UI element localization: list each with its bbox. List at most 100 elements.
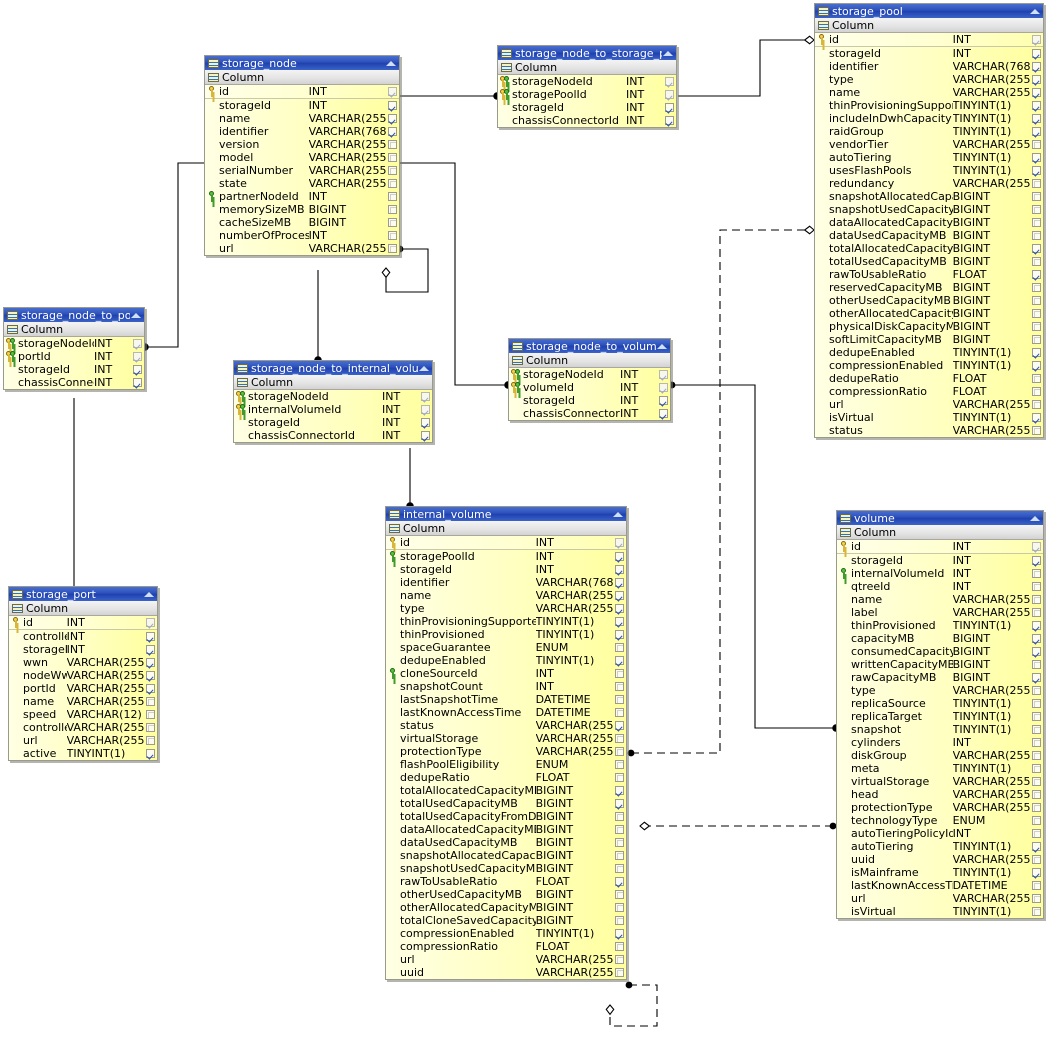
column-section-header[interactable]: Column [4, 322, 144, 337]
column-row[interactable]: snapshotUsedCapacityMBBIGINT [815, 203, 1043, 216]
column-row[interactable]: id INT [386, 536, 626, 550]
table-internal_volume[interactable]: internal_volume Column id INT storagePoolId I… [385, 506, 627, 980]
collapse-triangle-icon[interactable] [662, 47, 674, 59]
column-row[interactable]: name VARCHAR(255) [205, 112, 399, 125]
column-flag-cell[interactable] [144, 695, 157, 708]
column-checkbox-unchecked[interactable] [1032, 374, 1041, 383]
column-row[interactable]: compressionEnabled TINYINT(1) [386, 927, 626, 940]
column-row[interactable]: controllerIdINT [9, 630, 157, 643]
column-checkbox-checked[interactable] [665, 116, 674, 125]
column-flag-cell[interactable] [613, 784, 626, 797]
column-checkbox-checked[interactable] [146, 684, 155, 693]
column-checkbox-unchecked[interactable] [388, 166, 397, 175]
column-checkbox-unchecked[interactable] [615, 942, 624, 951]
column-row[interactable]: dataAllocatedCapacityMBBIGINT [815, 216, 1043, 229]
column-checkbox-checked[interactable] [1032, 127, 1041, 136]
column-row[interactable]: chassisConnectorId INT [498, 114, 676, 127]
column-flag-cell[interactable] [663, 88, 676, 101]
column-checkbox-checked[interactable] [1032, 556, 1041, 565]
column-checkbox-checked-readonly[interactable] [146, 618, 155, 627]
table-title-bar[interactable]: storage_node_to_internal_volume [234, 361, 432, 375]
column-checkbox-unchecked[interactable] [1032, 894, 1041, 903]
column-flag-cell[interactable] [657, 381, 670, 394]
column-flag-cell[interactable] [386, 151, 399, 164]
column-checkbox-unchecked[interactable] [615, 838, 624, 847]
column-checkbox-checked[interactable] [146, 632, 155, 641]
column-flag-cell[interactable] [613, 589, 626, 602]
column-checkbox-unchecked[interactable] [1032, 140, 1041, 149]
column-flag-cell[interactable] [1030, 697, 1043, 710]
column-row[interactable]: storagePoolId INT [386, 550, 626, 563]
column-checkbox-checked[interactable] [133, 365, 142, 374]
column-row[interactable]: lastKnownAccessTime DATETIME [386, 706, 626, 719]
column-checkbox-checked-readonly[interactable] [615, 538, 624, 547]
column-flag-cell[interactable] [613, 615, 626, 628]
column-flag-cell[interactable] [1030, 606, 1043, 619]
table-storage_port[interactable]: storage_portColumnidINTcontrollerIdINTst… [8, 586, 158, 761]
column-flag-cell[interactable] [1030, 333, 1043, 346]
column-flag-cell[interactable] [1030, 112, 1043, 125]
column-row[interactable]: wwn VARCHAR(255) [9, 656, 157, 669]
column-checkbox-unchecked[interactable] [1032, 855, 1041, 864]
column-checkbox-unchecked[interactable] [1032, 751, 1041, 760]
column-row[interactable]: status VARCHAR(255) [386, 719, 626, 732]
table-title-bar[interactable]: storage_node [205, 56, 399, 70]
column-row[interactable]: name VARCHAR(255) [815, 86, 1043, 99]
column-checkbox-checked[interactable] [1032, 270, 1041, 279]
column-flag-cell[interactable] [1030, 320, 1043, 333]
column-flag-cell[interactable] [1030, 567, 1043, 580]
column-flag-cell[interactable] [1030, 151, 1043, 164]
column-flag-cell[interactable] [386, 164, 399, 177]
column-row[interactable]: dedupeEnabled TINYINT(1) [386, 654, 626, 667]
column-flag-cell[interactable] [1030, 905, 1043, 918]
column-row[interactable]: isMainframe TINYINT(1) [837, 866, 1043, 879]
column-flag-cell[interactable] [1030, 879, 1043, 892]
column-checkbox-checked-readonly[interactable] [665, 90, 674, 99]
column-flag-cell[interactable] [663, 114, 676, 127]
column-checkbox-checked[interactable] [1032, 361, 1041, 370]
table-title-bar[interactable]: volume [837, 511, 1043, 525]
column-row[interactable]: otherAllocatedCapacityMBBIGINT [815, 307, 1043, 320]
column-checkbox-checked[interactable] [1032, 868, 1041, 877]
column-checkbox-unchecked[interactable] [1032, 309, 1041, 318]
column-section-header[interactable]: Column [205, 70, 399, 85]
column-flag-cell[interactable] [386, 203, 399, 216]
column-checkbox-unchecked[interactable] [1032, 764, 1041, 773]
column-flag-cell[interactable] [1030, 229, 1043, 242]
column-checkbox-checked[interactable] [1032, 647, 1041, 656]
column-flag-cell[interactable] [613, 654, 626, 667]
column-checkbox-checked[interactable] [615, 552, 624, 561]
column-row[interactable]: dataUsedCapacityMB BIGINT [386, 836, 626, 849]
column-checkbox-checked[interactable] [1032, 413, 1041, 422]
column-checkbox-unchecked[interactable] [1032, 608, 1041, 617]
column-section-header[interactable]: Column [234, 375, 432, 390]
column-row[interactable]: url VARCHAR(255) [205, 242, 399, 255]
column-flag-cell[interactable] [613, 940, 626, 953]
table-title-bar[interactable]: storage_node_to_volume [509, 339, 670, 353]
column-checkbox-unchecked[interactable] [388, 140, 397, 149]
column-flag-cell[interactable] [1030, 138, 1043, 151]
table-title-bar[interactable]: storage_node_to_port [4, 308, 144, 322]
column-flag-cell[interactable] [131, 376, 144, 389]
column-flag-cell[interactable] [613, 953, 626, 966]
column-row[interactable]: otherUsedCapacityMB BIGINT [815, 294, 1043, 307]
column-checkbox-unchecked[interactable] [388, 218, 397, 227]
column-flag-cell[interactable] [1030, 762, 1043, 775]
collapse-triangle-icon[interactable] [1029, 512, 1041, 524]
column-flag-cell[interactable] [1030, 619, 1043, 632]
column-row[interactable]: id INT [815, 33, 1043, 47]
table-title-bar[interactable]: storage_pool [815, 4, 1043, 18]
column-row[interactable]: flashPoolEligibility ENUM [386, 758, 626, 771]
column-row[interactable]: version VARCHAR(255) [205, 138, 399, 151]
column-checkbox-checked[interactable] [1032, 101, 1041, 110]
column-checkbox-unchecked[interactable] [1032, 426, 1041, 435]
column-row[interactable]: uuid VARCHAR(255) [386, 966, 626, 979]
column-row[interactable]: physicalDiskCapacityMB BIGINT [815, 320, 1043, 333]
column-flag-cell[interactable] [144, 656, 157, 669]
column-row[interactable]: internalVolumeId INT [234, 403, 432, 416]
column-row[interactable]: identifier VARCHAR(768) [815, 60, 1043, 73]
column-flag-cell[interactable] [613, 602, 626, 615]
column-flag-cell[interactable] [1030, 294, 1043, 307]
column-flag-cell[interactable] [613, 641, 626, 654]
column-checkbox-checked[interactable] [615, 578, 624, 587]
